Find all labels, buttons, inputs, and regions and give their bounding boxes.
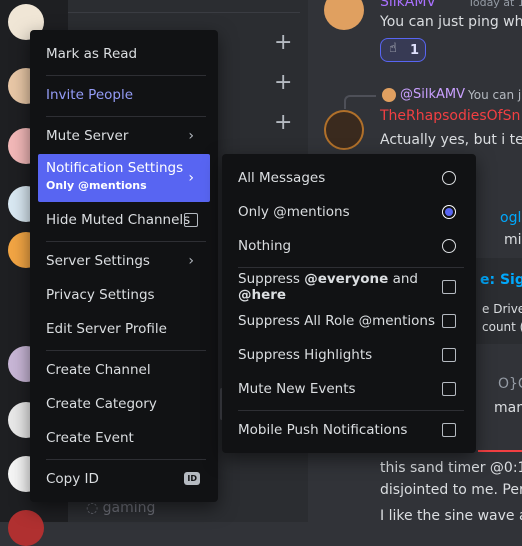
message-author[interactable]: TheRhapsodiesOfSn [380, 108, 520, 124]
radio-button[interactable] [442, 239, 456, 253]
menu-divider [46, 75, 206, 76]
divider [68, 12, 300, 13]
message-text: mark @ [494, 400, 522, 416]
check-suppress-highlights[interactable]: Suppress Highlights [230, 340, 468, 370]
channel-gaming[interactable]: ◌ gaming [86, 500, 155, 516]
menu-divider [238, 267, 464, 268]
check-suppress-everyone[interactable]: Suppress @everyone and @here [230, 271, 468, 303]
forum-icon: ◌ [86, 500, 103, 516]
reply-line [344, 95, 376, 109]
chevron-right-icon: › [188, 253, 194, 269]
option-only-mentions[interactable]: Only @mentions [230, 197, 468, 227]
menu-item-mark-as-read[interactable]: Mark as Read [38, 39, 210, 69]
menu-divider [46, 350, 206, 351]
menu-item-create-category[interactable]: Create Category [38, 389, 210, 419]
notification-submenu: All Messages Only @mentions Nothing Supp… [222, 154, 476, 453]
avatar[interactable] [324, 0, 364, 30]
check-mute-new-events[interactable]: Mute New Events [230, 374, 468, 404]
server-context-menu: Mark as Read Invite People Mute Server › … [30, 30, 218, 502]
link-text[interactable]: ogle.co [500, 210, 522, 226]
checkbox[interactable] [184, 213, 198, 227]
message-text: O}Cpu [498, 376, 522, 392]
menu-item-create-event[interactable]: Create Event [38, 423, 210, 453]
reply-avatar [382, 88, 396, 102]
menu-item-invite-people[interactable]: Invite People [38, 80, 210, 110]
reaction[interactable]: ☝ 1 [380, 38, 426, 62]
chevron-right-icon: › [188, 170, 194, 186]
embed-title[interactable]: e: Sign [480, 272, 522, 288]
menu-item-mute-server[interactable]: Mute Server › [38, 121, 210, 151]
menu-divider [46, 241, 206, 242]
new-messages-divider [478, 450, 522, 452]
id-badge-icon: ID [184, 472, 200, 485]
check-suppress-role-mentions[interactable]: Suppress All Role @mentions [230, 306, 468, 336]
menu-divider [238, 410, 464, 411]
reply-ref-author[interactable]: @SilkAMV [400, 87, 465, 102]
checkbox[interactable] [442, 382, 456, 396]
pointing-hand-icon: ☝ [389, 41, 397, 56]
add-channel-icon[interactable]: + [274, 32, 292, 54]
checkbox[interactable] [442, 314, 456, 328]
radio-button-selected[interactable] [442, 205, 456, 219]
embed: e: Sign e Drive w count ( [476, 258, 522, 344]
notification-settings-value: Only @mentions [46, 179, 147, 192]
avatar[interactable] [324, 110, 364, 150]
radio-dot [445, 208, 453, 216]
menu-item-privacy-settings[interactable]: Privacy Settings [38, 280, 210, 310]
option-nothing[interactable]: Nothing [230, 231, 468, 261]
radio-button[interactable] [442, 171, 456, 185]
menu-item-create-channel[interactable]: Create Channel [38, 355, 210, 385]
message-text: disjointed to me. Perl [380, 482, 522, 498]
add-channel-icon[interactable]: + [274, 112, 292, 134]
menu-item-edit-server-profile[interactable]: Edit Server Profile [38, 314, 210, 344]
checkbox[interactable] [442, 423, 456, 437]
reply-ref-text[interactable]: You can j [468, 88, 521, 102]
notification-settings-label: Notification Settings [46, 160, 184, 176]
server-icon-9[interactable] [8, 510, 44, 546]
message-text: Actually yes, but i ter [380, 132, 522, 148]
chevron-right-icon: › [188, 128, 194, 144]
menu-divider [46, 459, 206, 460]
message-timestamp: Today at 1:3 [468, 0, 522, 9]
message-text: I like the sine wave at [380, 508, 522, 522]
checkbox[interactable] [442, 280, 456, 294]
message-text: You can just ping whe [380, 14, 522, 30]
message-author[interactable]: SilkAMV [380, 0, 436, 10]
menu-item-notification-settings[interactable]: Notification Settings Only @mentions › [38, 154, 210, 202]
add-channel-icon[interactable]: + [274, 72, 292, 94]
menu-item-hide-muted-channels[interactable]: Hide Muted Channels [38, 205, 210, 235]
embed-line: e Drive w [482, 302, 522, 316]
menu-divider [46, 116, 206, 117]
message-text: this sand timer @0:1 [380, 460, 522, 476]
menu-item-copy-id[interactable]: Copy ID ID [38, 464, 210, 494]
check-mobile-push[interactable]: Mobile Push Notifications [230, 415, 468, 445]
message-text: minutes [504, 232, 522, 248]
menu-item-server-settings[interactable]: Server Settings › [38, 246, 210, 276]
checkbox[interactable] [442, 348, 456, 362]
option-all-messages[interactable]: All Messages [230, 163, 468, 193]
embed-line: count ( [482, 320, 522, 334]
